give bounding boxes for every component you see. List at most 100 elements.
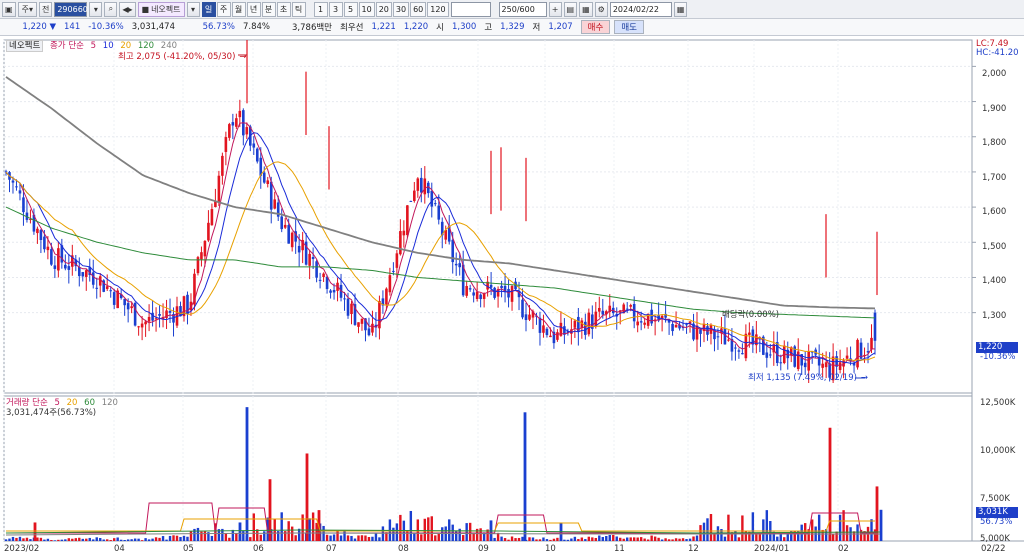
chart-canvas[interactable] (0, 36, 1024, 558)
volume-bar (594, 537, 598, 541)
ma240-line (5, 76, 876, 310)
candle-body (318, 279, 322, 281)
candle-body (632, 304, 636, 322)
candle-body (472, 292, 475, 296)
candle-body (573, 320, 577, 328)
volume-bar (734, 530, 737, 541)
candle-body (217, 175, 221, 203)
candle-body (636, 321, 639, 326)
volume-panel-frame (3, 395, 973, 542)
volume-bar (723, 536, 727, 541)
candle-body (674, 324, 678, 328)
jeon-button[interactable]: 전 (38, 1, 53, 17)
volume-bar (119, 539, 123, 541)
candle-body (297, 245, 301, 253)
volume-bar (441, 527, 444, 541)
volume-bar (507, 539, 510, 541)
volume-bar (612, 534, 615, 541)
candle-body (845, 355, 849, 359)
dividend-annotation: 배당락(0.00%) (722, 310, 780, 320)
zoom-in-icon[interactable]: + (548, 1, 562, 17)
chart-type-icon[interactable]: ▣ (2, 1, 16, 17)
count-input[interactable]: 250/600 (498, 1, 547, 17)
volume-bar (835, 531, 838, 541)
period-tab[interactable]: 일 (201, 1, 216, 17)
volume-bar (650, 535, 653, 541)
volume-bar (126, 539, 130, 541)
volume-bar (392, 527, 395, 541)
minute-preset[interactable]: 60 (410, 1, 427, 17)
minute-preset[interactable]: 3 (328, 1, 343, 17)
candle-body (50, 249, 53, 265)
candle-body (413, 190, 416, 201)
chart-area[interactable]: 네오펙트 종가 단순 5 10 20 120 240 최고 2,075 (-41… (0, 36, 1024, 558)
volume-bar (200, 531, 203, 541)
candle-body (716, 336, 720, 338)
volume-bar (378, 537, 381, 541)
code-dropdown-icon[interactable]: ▾ (89, 1, 103, 17)
candle-body (873, 312, 877, 341)
save-icon[interactable]: ▦ (579, 1, 593, 17)
volume-bar (81, 538, 84, 541)
jeon-label: 전 (41, 4, 50, 14)
search-icon[interactable]: ⌕ (104, 1, 118, 17)
quote-bar: 1,220 ▼ 141 -10.36% 3,031,474 56.73% 7.8… (0, 19, 1024, 36)
period-tab[interactable]: 분 (261, 1, 276, 17)
minute-preset[interactable]: 1 (313, 1, 328, 17)
chart-settings-icon[interactable]: ▤ (563, 1, 578, 17)
candle-body (77, 267, 81, 277)
ma120-line (5, 206, 876, 319)
minute-preset[interactable]: 120 (427, 1, 449, 17)
volume-bar (409, 510, 413, 541)
sell-button[interactable]: 매도 (614, 20, 644, 34)
period-tab[interactable]: 월 (231, 1, 246, 17)
volume-bar (224, 533, 228, 541)
gear-icon[interactable]: ⚙ (594, 1, 608, 17)
stock-code-input[interactable]: 290660 (54, 1, 88, 17)
minute-preset[interactable]: 10 (358, 1, 375, 17)
candle-body (856, 339, 859, 368)
candle-body (231, 122, 235, 126)
minute-preset[interactable]: 5 (343, 1, 358, 17)
period-tab[interactable]: 주 (216, 1, 231, 17)
volume-bar (737, 537, 741, 541)
date-input[interactable]: 2024/02/22 (609, 1, 672, 17)
x-tick-label: 12 (688, 544, 699, 554)
period-tab[interactable]: 년 (246, 1, 261, 17)
amount-value: 3,786백만 (292, 23, 332, 33)
candle-body (500, 285, 503, 289)
best-bid: 1,220 (403, 22, 429, 32)
minute-custom-input[interactable] (450, 1, 491, 17)
candle-body (769, 354, 772, 356)
minute-preset[interactable]: 30 (392, 1, 410, 17)
period-tab[interactable]: 틱 (291, 1, 306, 17)
candle-body (482, 293, 486, 299)
ma10-line (5, 132, 876, 364)
volume-bar (493, 537, 496, 541)
volume-bar (646, 539, 650, 541)
candle-body (360, 318, 364, 324)
stock-list-icon[interactable]: ▾ (186, 1, 200, 17)
low-label: 저 (532, 23, 541, 33)
volume-bar (92, 539, 95, 541)
volume-bar (434, 535, 437, 541)
volume-bar (39, 537, 43, 541)
high-note: 최고 2,075 (-41.20%, 05/30) (118, 52, 236, 62)
volume-bar (615, 536, 618, 541)
candle-body (371, 323, 374, 333)
volume-tick-label: 10,000K (980, 446, 1016, 456)
volume-spike-bar (268, 479, 272, 541)
stock-name-tag[interactable]: ■ 네오펙트 (137, 1, 185, 17)
candle-body (489, 284, 493, 288)
prev-stock-icon[interactable]: ◀▸ (119, 1, 136, 17)
volume-bar (852, 531, 856, 541)
volume-bar (203, 531, 207, 541)
type-select[interactable]: 주 ▾ (17, 1, 37, 17)
period-tab[interactable]: 초 (276, 1, 291, 17)
candle-body (105, 286, 109, 289)
buy-button[interactable]: 매수 (580, 20, 611, 34)
calendar-icon[interactable]: ▦ (673, 1, 688, 17)
candle-body (545, 328, 549, 336)
candle-body (699, 329, 702, 334)
minute-preset[interactable]: 20 (375, 1, 392, 17)
